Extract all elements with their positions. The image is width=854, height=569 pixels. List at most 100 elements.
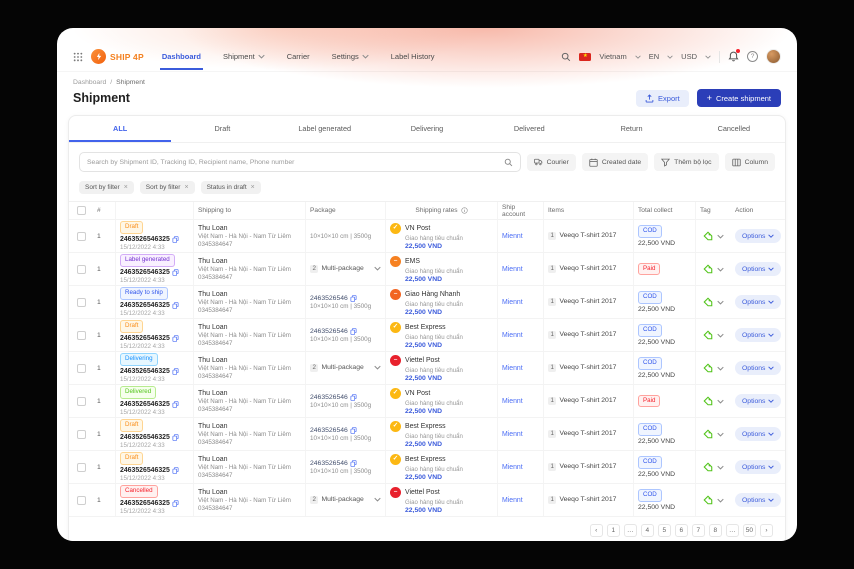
- app-grid-icon[interactable]: [73, 52, 83, 62]
- chevron-down-icon[interactable]: [717, 267, 724, 272]
- chevron-down-icon[interactable]: [705, 55, 711, 59]
- options-button[interactable]: Options: [735, 394, 781, 408]
- ship-account-link[interactable]: Miennt: [502, 233, 539, 240]
- options-button[interactable]: Options: [735, 460, 781, 474]
- chevron-down-icon[interactable]: [374, 266, 381, 271]
- language-selector[interactable]: EN: [649, 52, 659, 61]
- tag-icon[interactable]: [703, 363, 713, 373]
- filter-chip[interactable]: Sort by filter ×: [79, 181, 134, 194]
- copy-icon[interactable]: [172, 368, 179, 375]
- page-button[interactable]: 1: [607, 524, 620, 537]
- tag-icon[interactable]: [703, 495, 713, 505]
- nav-item[interactable]: Label History: [389, 43, 437, 70]
- tab[interactable]: Draft: [171, 116, 273, 142]
- ship-account-link[interactable]: Miennt: [502, 266, 539, 273]
- ship-account-link[interactable]: Miennt: [502, 431, 539, 438]
- nav-item[interactable]: Shipment: [221, 43, 267, 70]
- prev-page-button[interactable]: ‹: [590, 524, 603, 537]
- close-icon[interactable]: ×: [251, 184, 255, 191]
- chevron-down-icon[interactable]: [717, 432, 724, 437]
- ship-account-link[interactable]: Miennt: [502, 365, 539, 372]
- row-checkbox[interactable]: [77, 430, 86, 439]
- copy-icon[interactable]: [172, 467, 179, 474]
- options-button[interactable]: Options: [735, 328, 781, 342]
- copy-icon[interactable]: [172, 401, 179, 408]
- ship-account-link[interactable]: Miennt: [502, 299, 539, 306]
- row-checkbox[interactable]: [77, 364, 86, 373]
- page-button[interactable]: 6: [675, 524, 688, 537]
- nav-item[interactable]: Settings: [330, 43, 371, 70]
- search-icon[interactable]: [504, 158, 513, 167]
- courier-filter-button[interactable]: Courier: [527, 154, 576, 171]
- more-filters-button[interactable]: Thêm bộ lọc: [654, 153, 718, 171]
- chevron-down-icon[interactable]: [717, 300, 724, 305]
- chevron-down-icon[interactable]: [374, 497, 381, 502]
- chevron-down-icon[interactable]: [717, 498, 724, 503]
- copy-icon[interactable]: [172, 302, 179, 309]
- tag-icon[interactable]: [703, 330, 713, 340]
- chevron-down-icon[interactable]: [667, 55, 673, 59]
- row-checkbox[interactable]: [77, 232, 86, 241]
- chevron-down-icon[interactable]: [717, 465, 724, 470]
- copy-icon[interactable]: [350, 427, 357, 434]
- help-icon[interactable]: ?: [747, 51, 758, 62]
- chevron-down-icon[interactable]: [717, 399, 724, 404]
- search-icon[interactable]: [561, 52, 571, 62]
- tab[interactable]: Cancelled: [683, 116, 785, 142]
- tab[interactable]: Delivering: [376, 116, 478, 142]
- options-button[interactable]: Options: [735, 427, 781, 441]
- row-checkbox[interactable]: [77, 298, 86, 307]
- tag-icon[interactable]: [703, 264, 713, 274]
- chevron-down-icon[interactable]: [717, 366, 724, 371]
- brand-logo[interactable]: SHIP 4P: [91, 49, 144, 64]
- next-page-button[interactable]: ›: [760, 524, 773, 537]
- copy-icon[interactable]: [172, 236, 179, 243]
- tag-icon[interactable]: [703, 396, 713, 406]
- page-button[interactable]: …: [726, 524, 739, 537]
- nav-item[interactable]: Dashboard: [160, 43, 203, 70]
- page-button[interactable]: 7: [692, 524, 705, 537]
- chevron-down-icon[interactable]: [635, 55, 641, 59]
- column-settings-button[interactable]: Column: [725, 153, 775, 171]
- page-button[interactable]: 5: [658, 524, 671, 537]
- close-icon[interactable]: ×: [124, 184, 128, 191]
- breadcrumb-home[interactable]: Dashboard: [73, 79, 106, 86]
- options-button[interactable]: Options: [735, 361, 781, 375]
- page-button[interactable]: 8: [709, 524, 722, 537]
- options-button[interactable]: Options: [735, 295, 781, 309]
- row-checkbox[interactable]: [77, 496, 86, 505]
- ship-account-link[interactable]: Miennt: [502, 464, 539, 471]
- avatar[interactable]: [766, 49, 781, 64]
- page-button[interactable]: 50: [743, 524, 756, 537]
- copy-icon[interactable]: [350, 295, 357, 302]
- tab[interactable]: ALL: [69, 116, 171, 142]
- info-icon[interactable]: [461, 207, 468, 214]
- tag-icon[interactable]: [703, 462, 713, 472]
- multi-package-select[interactable]: 2 Multi-package: [310, 265, 381, 273]
- tab[interactable]: Return: [580, 116, 682, 142]
- options-button[interactable]: Options: [735, 229, 781, 243]
- search-input[interactable]: [87, 159, 504, 166]
- filter-chip[interactable]: Status in draft ×: [201, 181, 261, 194]
- select-all-checkbox[interactable]: [77, 206, 86, 215]
- chevron-down-icon[interactable]: [717, 234, 724, 239]
- chevron-down-icon[interactable]: [717, 333, 724, 338]
- multi-package-select[interactable]: 2 Multi-package: [310, 364, 381, 372]
- nav-item[interactable]: Carrier: [285, 43, 312, 70]
- tab[interactable]: Label generated: [274, 116, 376, 142]
- multi-package-select[interactable]: 2 Multi-package: [310, 496, 381, 504]
- create-shipment-button[interactable]: + Create shipment: [697, 89, 781, 107]
- filter-chip[interactable]: Sort by filter ×: [140, 181, 195, 194]
- tag-icon[interactable]: [703, 297, 713, 307]
- row-checkbox[interactable]: [77, 463, 86, 472]
- notifications-bell-icon[interactable]: [728, 51, 739, 62]
- copy-icon[interactable]: [172, 335, 179, 342]
- page-button[interactable]: …: [624, 524, 637, 537]
- row-checkbox[interactable]: [77, 331, 86, 340]
- chevron-down-icon[interactable]: [374, 365, 381, 370]
- region-selector[interactable]: Vietnam: [599, 52, 626, 61]
- row-checkbox[interactable]: [77, 397, 86, 406]
- currency-selector[interactable]: USD: [681, 52, 697, 61]
- ship-account-link[interactable]: Miennt: [502, 497, 539, 504]
- options-button[interactable]: Options: [735, 493, 781, 507]
